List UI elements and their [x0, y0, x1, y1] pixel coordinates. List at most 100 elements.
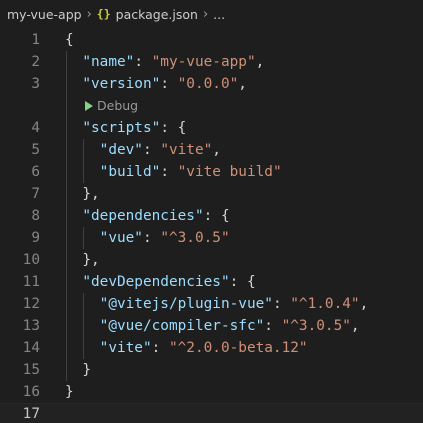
- code-line[interactable]: 1{: [0, 29, 423, 51]
- code-line[interactable]: 16}: [0, 381, 423, 403]
- json-punctuation: [65, 164, 100, 180]
- play-icon: [85, 101, 93, 111]
- json-string: "my-vue-app": [151, 54, 256, 70]
- code-line[interactable]: 2 "name": "my-vue-app",: [0, 51, 423, 73]
- code-text: "name": "my-vue-app",: [65, 51, 264, 73]
- json-punctuation: [65, 318, 100, 334]
- json-key: "@vue/compiler-sfc": [99, 318, 265, 334]
- line-number: 13: [22, 318, 40, 334]
- code-text: "dev": "vite",: [65, 139, 221, 161]
- code-text: "version": "0.0.0",: [65, 73, 247, 95]
- json-punctuation: : {: [160, 120, 187, 136]
- json-punctuation: [65, 274, 82, 290]
- code-text: {: [65, 29, 74, 51]
- code-text: "devDependencies": {: [65, 271, 256, 293]
- code-line[interactable]: 12 "@vitejs/plugin-vue": "^1.0.4",: [0, 293, 423, 315]
- line-number: 12: [22, 296, 40, 312]
- json-key: "@vitejs/plugin-vue": [99, 296, 273, 312]
- line-number: 4: [31, 120, 40, 136]
- code-line[interactable]: 9 "vue": "^3.0.5": [0, 227, 423, 249]
- json-punctuation: }: [65, 384, 74, 400]
- code-editor[interactable]: my-vue-app › {} package.json › ... 1{2 "…: [0, 0, 423, 423]
- json-punctuation: ,: [255, 54, 265, 70]
- breadcrumb-folder[interactable]: my-vue-app: [7, 7, 82, 22]
- json-punctuation: }: [65, 362, 91, 378]
- json-key: "vite": [99, 340, 152, 356]
- code-line[interactable]: 17: [0, 403, 423, 423]
- json-punctuation: [65, 120, 82, 136]
- line-number: 2: [31, 54, 40, 70]
- json-punctuation: :: [151, 340, 169, 356]
- debug-codelens-button[interactable]: Debug: [85, 95, 138, 117]
- json-punctuation: [65, 208, 82, 224]
- line-number: 17: [22, 406, 40, 422]
- code-line[interactable]: 14 "vite": "^2.0.0-beta.12": [0, 337, 423, 359]
- line-number: 8: [31, 208, 40, 224]
- line-number: 3: [31, 76, 40, 92]
- json-punctuation: :: [134, 54, 152, 70]
- json-string: "vite build": [177, 164, 282, 180]
- breadcrumb-file[interactable]: package.json: [116, 7, 198, 22]
- json-string: "0.0.0": [177, 76, 239, 92]
- json-punctuation: [65, 230, 100, 246]
- line-number: 15: [22, 362, 40, 378]
- code-line[interactable]: 15 }: [0, 359, 423, 381]
- codelens-row: Debug: [0, 95, 423, 117]
- json-punctuation: ,: [359, 296, 369, 312]
- json-punctuation: [65, 54, 82, 70]
- code-line[interactable]: 4 "scripts": {: [0, 117, 423, 139]
- json-string: "^2.0.0-beta.12": [168, 340, 308, 356]
- json-punctuation: ,: [212, 142, 221, 158]
- line-number: 9: [31, 230, 40, 246]
- json-punctuation: :: [264, 318, 282, 334]
- json-key: "devDependencies": [82, 274, 230, 290]
- code-line[interactable]: 5 "dev": "vite",: [0, 139, 423, 161]
- code-line[interactable]: 10 },: [0, 249, 423, 271]
- line-number: 5: [31, 142, 40, 158]
- json-string: "^1.0.4": [290, 296, 360, 312]
- json-key: "dependencies": [82, 208, 204, 224]
- code-line[interactable]: 3 "version": "0.0.0",: [0, 73, 423, 95]
- code-text: },: [65, 249, 100, 271]
- json-punctuation: : {: [229, 274, 256, 290]
- code-text: "build": "vite build": [65, 161, 282, 183]
- breadcrumb-symbols[interactable]: ...: [213, 7, 225, 22]
- json-file-icon: {}: [96, 7, 111, 21]
- code-line[interactable]: 13 "@vue/compiler-sfc": "^3.0.5",: [0, 315, 423, 337]
- line-number: 1: [31, 32, 40, 48]
- line-number: 16: [22, 384, 40, 400]
- json-punctuation: :: [142, 142, 161, 158]
- code-line[interactable]: 8 "dependencies": {: [0, 205, 423, 227]
- code-lines[interactable]: 1{2 "name": "my-vue-app", 3 "version": "0…: [0, 29, 423, 423]
- code-text: }: [65, 381, 74, 403]
- indent-guide: [66, 95, 67, 117]
- json-key: "build": [99, 164, 161, 180]
- json-punctuation: :: [142, 230, 161, 246]
- json-punctuation: :: [160, 76, 178, 92]
- json-punctuation: ,: [238, 76, 247, 92]
- json-punctuation: :: [160, 164, 178, 180]
- chevron-right-icon: ›: [86, 6, 92, 22]
- json-punctuation: },: [65, 186, 100, 202]
- code-text: "vite": "^2.0.0-beta.12": [65, 337, 308, 359]
- json-key: "scripts": [82, 120, 161, 136]
- line-number: 6: [31, 164, 40, 180]
- json-key: "name": [82, 54, 135, 70]
- code-line[interactable]: 6 "build": "vite build": [0, 161, 423, 183]
- code-line[interactable]: 11 "devDependencies": {: [0, 271, 423, 293]
- line-number: 10: [22, 252, 40, 268]
- code-line[interactable]: 7 },: [0, 183, 423, 205]
- json-punctuation: ,: [350, 318, 360, 334]
- json-key: "version": [82, 76, 161, 92]
- json-string: "^3.0.5": [160, 230, 230, 246]
- debug-label: Debug: [97, 98, 139, 113]
- json-punctuation: },: [65, 252, 100, 268]
- code-text: "scripts": {: [65, 117, 186, 139]
- json-key: "vue": [99, 230, 143, 246]
- json-punctuation: :: [272, 296, 291, 312]
- json-punctuation: [65, 340, 100, 356]
- json-punctuation: [65, 142, 100, 158]
- json-punctuation: : {: [203, 208, 230, 224]
- json-punctuation: [65, 76, 82, 92]
- code-text: "@vitejs/plugin-vue": "^1.0.4",: [65, 293, 369, 315]
